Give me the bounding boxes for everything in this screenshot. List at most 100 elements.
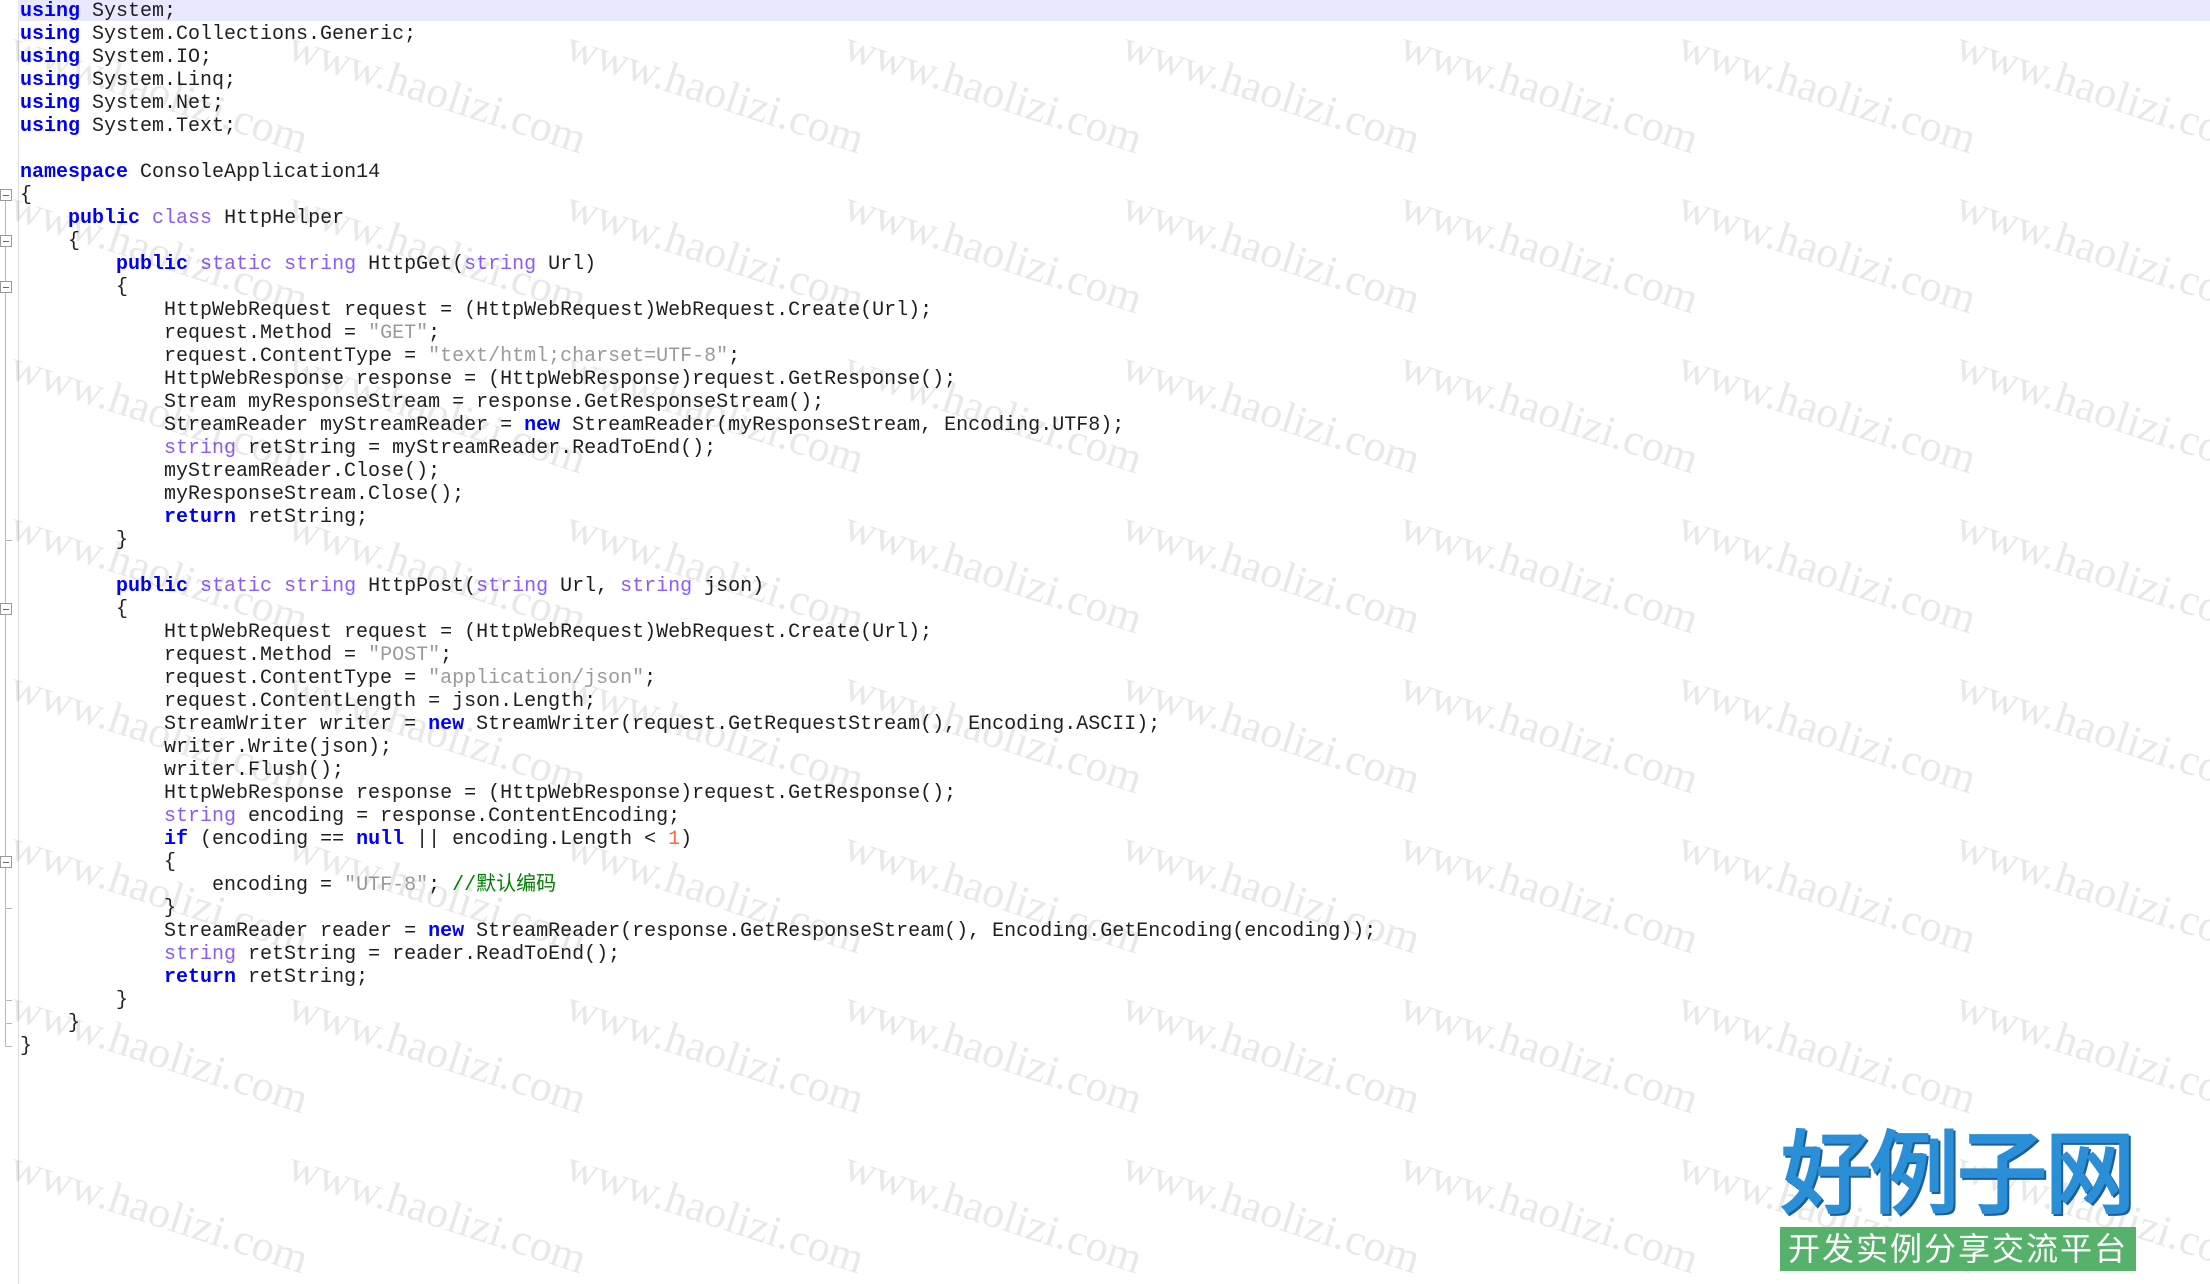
fold-toggle-icon[interactable] (0, 281, 12, 293)
code-line[interactable]: } (20, 989, 128, 1012)
code-line[interactable]: } (20, 1012, 80, 1035)
code-line[interactable]: encoding = "UTF-8"; //默认编码 (20, 874, 556, 897)
code-token-type: string (464, 253, 537, 276)
fold-toggle-icon[interactable] (0, 603, 12, 615)
code-token-plain: { (20, 230, 81, 253)
code-line[interactable]: public static string HttpGet(string Url) (20, 253, 596, 276)
code-token-kw: using (20, 92, 81, 115)
code-line[interactable]: Stream myResponseStream = response.GetRe… (20, 391, 824, 414)
code-token-kw: if (164, 828, 189, 851)
code-token-kw: using (20, 0, 81, 23)
fold-guide-line (5, 293, 6, 540)
code-token-type: string (164, 805, 237, 828)
code-token-comment: //默认编码 (452, 874, 557, 897)
code-token-plain: retString; (236, 506, 369, 529)
code-token-plain: StreamReader(myResponseStream, Encoding.… (560, 414, 1125, 437)
code-token-plain: StreamReader myStreamReader = (20, 414, 525, 437)
code-line[interactable]: } (20, 1035, 32, 1058)
code-line[interactable]: request.Method = "GET"; (20, 322, 440, 345)
code-line[interactable]: string encoding = response.ContentEncodi… (20, 805, 680, 828)
code-line[interactable]: return retString; (20, 506, 368, 529)
code-line[interactable]: myStreamReader.Close(); (20, 460, 440, 483)
fold-toggle-icon[interactable] (0, 235, 12, 247)
code-line[interactable]: { (20, 276, 128, 299)
code-line[interactable]: request.ContentType = "text/html;charset… (20, 345, 740, 368)
code-token-plain: retString = myStreamReader.ReadToEnd(); (236, 437, 717, 460)
code-token-plain: System.Text; (80, 115, 237, 138)
code-token-num: 1 (668, 828, 681, 851)
code-line[interactable]: HttpWebResponse response = (HttpWebRespo… (20, 782, 956, 805)
code-token-plain: { (20, 184, 33, 207)
code-token-plain: writer.Flush(); (20, 759, 345, 782)
fold-gutter[interactable] (0, 0, 19, 1284)
logo-title: 好例子网 (1781, 1122, 2135, 1227)
code-line[interactable]: namespace ConsoleApplication14 (20, 161, 380, 184)
code-token-type: class (152, 207, 213, 230)
code-line[interactable]: } (20, 529, 128, 552)
code-line[interactable]: using System.Net; (20, 92, 224, 115)
code-token-type: static (200, 575, 273, 598)
code-line[interactable]: { (20, 851, 176, 874)
code-area[interactable]: using System; using System.Collections.Ge… (20, 0, 2210, 1284)
code-token-plain: StreamWriter(request.GetRequestStream(),… (464, 713, 1161, 736)
code-line[interactable]: string retString = myStreamReader.ReadTo… (20, 437, 716, 460)
code-token-plain: } (20, 897, 177, 920)
code-line[interactable]: using System.Collections.Generic; (20, 23, 416, 46)
code-line[interactable]: StreamWriter writer = new StreamWriter(r… (20, 713, 1160, 736)
code-line[interactable]: writer.Flush(); (20, 759, 344, 782)
code-line[interactable]: } (20, 897, 176, 920)
code-line[interactable]: { (20, 184, 32, 207)
code-token-plain: ; (644, 667, 657, 690)
code-line[interactable]: { (20, 598, 128, 621)
fold-end-marker (5, 1023, 12, 1024)
code-token-kw: using (20, 115, 81, 138)
code-token-plain: ; (440, 644, 453, 667)
code-line[interactable]: HttpWebRequest request = (HttpWebRequest… (20, 299, 932, 322)
code-token-plain: { (20, 276, 129, 299)
code-line[interactable]: HttpWebRequest request = (HttpWebRequest… (20, 621, 932, 644)
code-line[interactable]: StreamReader reader = new StreamReader(r… (20, 920, 1376, 943)
code-token-kw: new (524, 414, 561, 437)
code-token-type: string (164, 437, 237, 460)
code-line[interactable]: public static string HttpPost(string Url… (20, 575, 764, 598)
code-token-kw: public (116, 575, 189, 598)
fold-guide-line (5, 615, 6, 1000)
fold-toggle-icon[interactable] (0, 189, 12, 201)
code-token-plain: HttpWebResponse response = (HttpWebRespo… (20, 368, 957, 391)
code-line[interactable]: request.Method = "POST"; (20, 644, 452, 667)
code-line[interactable]: StreamReader myStreamReader = new Stream… (20, 414, 1124, 437)
code-line[interactable]: string retString = reader.ReadToEnd(); (20, 943, 620, 966)
code-token-kw: using (20, 69, 81, 92)
code-token-plain: myStreamReader.Close(); (20, 460, 441, 483)
code-token-str: "GET" (368, 322, 429, 345)
code-editor[interactable]: using System; using System.Collections.Ge… (0, 0, 2210, 1284)
code-line[interactable]: { (20, 230, 80, 253)
code-token-plain: HttpPost( (356, 575, 477, 598)
code-token-plain: ; (728, 345, 741, 368)
code-line[interactable]: myResponseStream.Close(); (20, 483, 464, 506)
code-token-kw: new (428, 920, 465, 943)
code-line[interactable]: request.ContentLength = json.Length; (20, 690, 596, 713)
code-line[interactable]: if (encoding == null || encoding.Length … (20, 828, 692, 851)
code-line[interactable]: using System; (20, 0, 176, 23)
code-line[interactable]: request.ContentType = "application/json"… (20, 667, 656, 690)
code-token-kw: using (20, 46, 81, 69)
code-line[interactable]: using System.Linq; (20, 69, 236, 92)
code-line[interactable]: HttpWebResponse response = (HttpWebRespo… (20, 368, 956, 391)
code-token-kw: public (116, 253, 189, 276)
code-line[interactable]: using System.IO; (20, 46, 212, 69)
code-line[interactable]: public class HttpHelper (20, 207, 344, 230)
code-line[interactable]: writer.Write(json); (20, 736, 392, 759)
site-logo: 好例子网 开发实例分享交流平台 (1772, 1125, 2142, 1275)
code-line[interactable]: using System.Text; (20, 115, 236, 138)
code-token-plain: { (20, 851, 177, 874)
code-token-plain: myResponseStream.Close(); (20, 483, 465, 506)
fold-end-marker (5, 540, 12, 541)
fold-toggle-icon[interactable] (0, 856, 12, 868)
code-line[interactable]: return retString; (20, 966, 368, 989)
code-token-plain: Stream myResponseStream = response.GetRe… (20, 391, 825, 414)
